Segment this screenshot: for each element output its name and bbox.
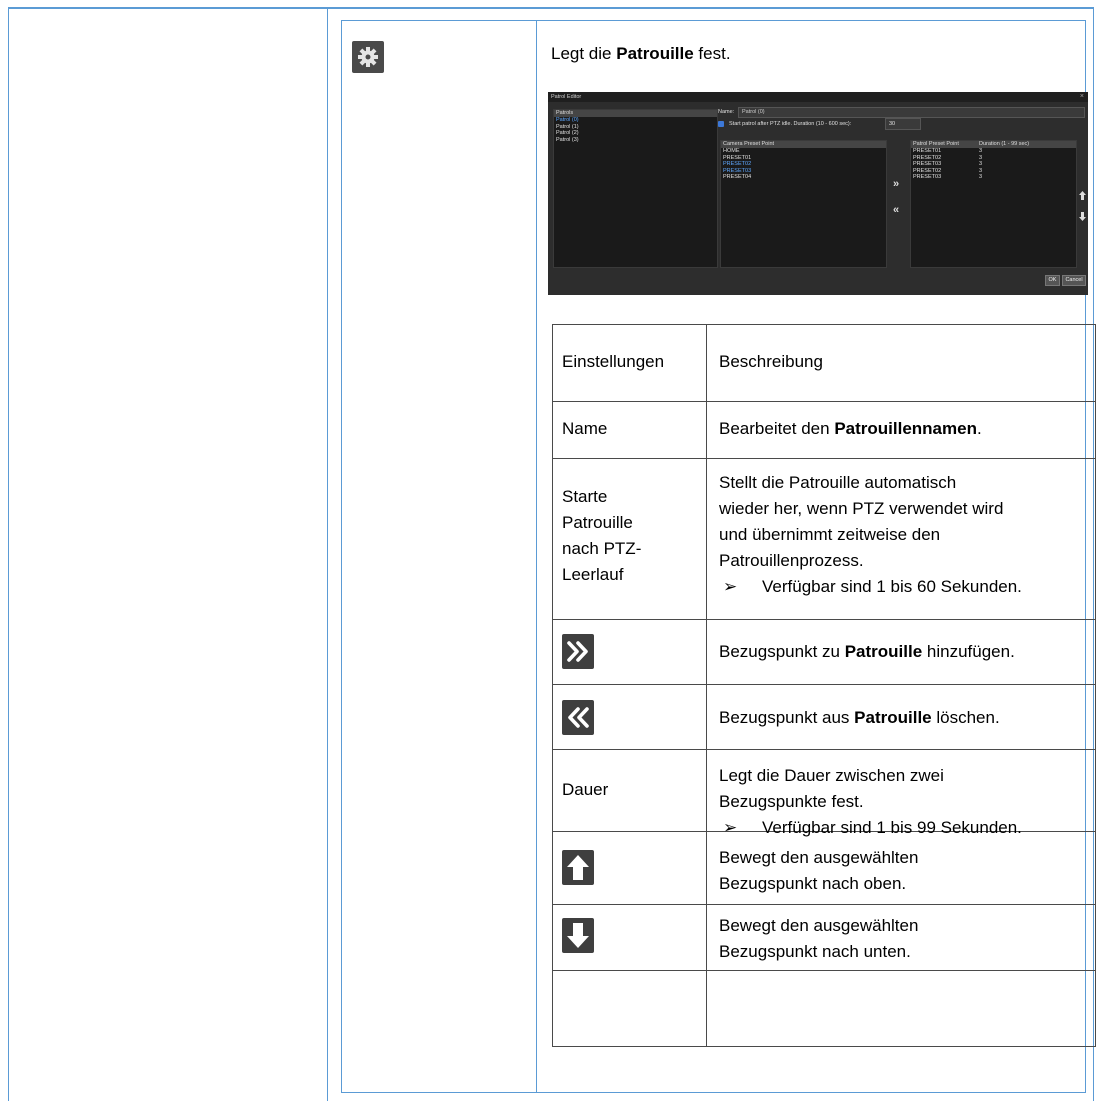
name-description: Bearbeitet den Patrouillennamen.	[719, 416, 982, 442]
remove-description: Bezugspunkt aus Patrouille löschen.	[719, 705, 1000, 731]
duration-bullet-text: Verfügbar sind 1 bis 99 Sekunden.	[762, 818, 1022, 837]
start-desc-line: wieder her, wenn PTZ verwendet wird	[719, 499, 1004, 518]
start-setting-line: Leerlauf	[562, 565, 624, 584]
start-setting: Starte Patrouille nach PTZ- Leerlauf	[562, 484, 641, 588]
bullet-arrow-icon: ➢	[723, 818, 738, 837]
start-setting-line: Patrouille	[562, 513, 633, 532]
arrow-up-icon	[562, 850, 594, 885]
start-bullet-text: Verfügbar sind 1 bis 60 Sekunden.	[762, 577, 1022, 596]
add-double-arrow-icon	[562, 634, 594, 669]
arrow-down-icon	[562, 918, 594, 953]
up-desc-line: Bewegt den ausgewählten	[719, 848, 919, 867]
name-desc-pre: Bearbeitet den	[719, 419, 835, 438]
duration-description: Legt die Dauer zwischen zwei Bezugspunkt…	[719, 763, 944, 815]
start-setting-line: nach PTZ-	[562, 539, 642, 558]
duration-setting: Dauer	[562, 780, 609, 799]
remove-desc-bold: Patrouille	[854, 708, 932, 727]
up-desc-line: Bezugspunkt nach oben.	[719, 874, 907, 893]
remove-desc-post: löschen.	[931, 708, 1000, 727]
name-desc-bold: Patrouillennamen	[834, 419, 977, 438]
down-desc-line: Bezugspunkt nach unten.	[719, 942, 911, 961]
start-setting-line: Starte	[562, 487, 608, 506]
header-settings: Einstellungen	[562, 352, 665, 371]
remove-double-arrow-icon	[562, 700, 594, 735]
start-desc-line: Stellt die Patrouille automatisch	[719, 473, 957, 492]
duration-desc-line: Legt die Dauer zwischen zwei	[719, 766, 944, 785]
header-description: Beschreibung	[719, 352, 823, 371]
remove-desc-pre: Bezugspunkt aus	[719, 708, 855, 727]
down-desc-line: Bewegt den ausgewählten	[719, 916, 919, 935]
name-desc-post: .	[976, 419, 982, 438]
add-desc-pre: Bezugspunkt zu	[719, 642, 845, 661]
add-desc-post: hinzufügen.	[922, 642, 1015, 661]
start-desc-line: und übernimmt zeitweise den	[719, 525, 941, 544]
bullet-arrow-icon: ➢	[723, 577, 738, 596]
down-description: Bewegt den ausgewählten Bezugspunkt nach…	[719, 913, 918, 965]
add-desc-bold: Patrouille	[844, 642, 923, 661]
duration-desc-line: Bezugspunkte fest.	[719, 792, 864, 811]
start-desc-line: Patrouillenprozess.	[719, 551, 864, 570]
add-description: Bezugspunkt zu Patrouille hinzufügen.	[719, 639, 1015, 665]
start-description: Stellt die Patrouille automatisch wieder…	[719, 470, 1003, 574]
up-description: Bewegt den ausgewählten Bezugspunkt nach…	[719, 845, 918, 897]
name-setting: Name	[562, 419, 608, 438]
